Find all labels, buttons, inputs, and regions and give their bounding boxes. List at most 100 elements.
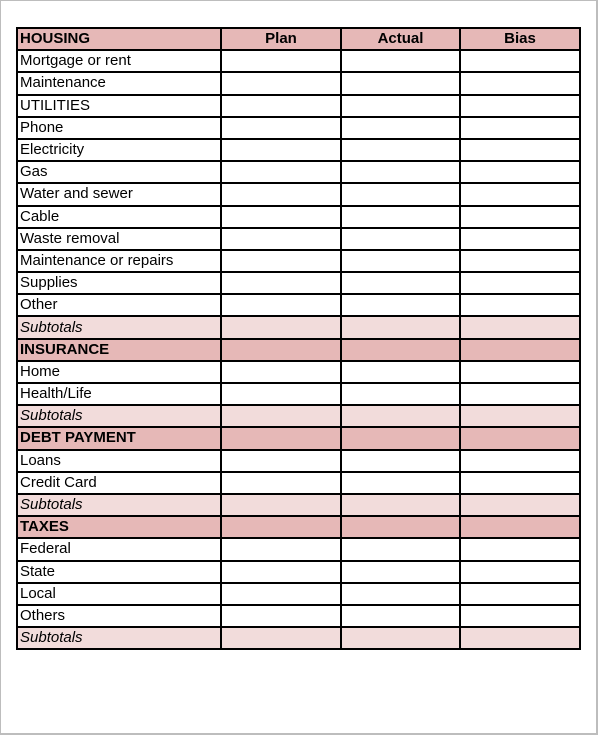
actual-cell[interactable] xyxy=(340,160,461,185)
plan-cell[interactable] xyxy=(220,581,342,606)
row-label: Electricity xyxy=(16,137,222,163)
subtotal-actual-cell[interactable] xyxy=(340,626,461,651)
subtotal-label: Subtotals xyxy=(16,315,222,340)
bias-cell[interactable] xyxy=(459,204,581,229)
section-cell-plan xyxy=(220,426,342,451)
section-header-row: HOUSING Plan Actual Bias xyxy=(16,26,581,52)
plan-cell[interactable] xyxy=(220,182,342,207)
actual-cell[interactable] xyxy=(340,581,461,606)
section-cell-actual xyxy=(340,515,461,540)
actual-cell[interactable] xyxy=(340,271,461,296)
bias-cell[interactable] xyxy=(459,137,581,163)
plan-cell[interactable] xyxy=(220,93,342,118)
bias-cell[interactable] xyxy=(459,559,581,584)
table-row: UTILITIES xyxy=(16,93,581,118)
bias-cell[interactable] xyxy=(459,271,581,296)
plan-cell[interactable] xyxy=(220,537,342,562)
subtotal-actual-cell[interactable] xyxy=(340,492,461,518)
bias-cell[interactable] xyxy=(459,182,581,207)
subtotal-row: Subtotals xyxy=(16,492,581,518)
plan-cell[interactable] xyxy=(220,137,342,163)
actual-cell[interactable] xyxy=(340,359,461,385)
bias-cell[interactable] xyxy=(459,537,581,562)
plan-cell[interactable] xyxy=(220,248,342,274)
bias-cell[interactable] xyxy=(459,381,581,407)
bias-cell[interactable] xyxy=(459,71,581,96)
section-title: DEBT PAYMENT xyxy=(16,426,222,451)
subtotal-bias-cell[interactable] xyxy=(459,626,581,651)
actual-cell[interactable] xyxy=(340,115,461,140)
actual-cell[interactable] xyxy=(340,71,461,96)
plan-cell[interactable] xyxy=(220,204,342,229)
table-row: Others xyxy=(16,603,581,629)
bias-cell[interactable] xyxy=(459,603,581,629)
bias-cell[interactable] xyxy=(459,93,581,118)
actual-cell[interactable] xyxy=(340,248,461,274)
subtotal-label: Subtotals xyxy=(16,626,222,651)
row-label: Water and sewer xyxy=(16,182,222,207)
row-label: State xyxy=(16,559,222,584)
table-row: Gas xyxy=(16,160,581,185)
bias-cell[interactable] xyxy=(459,49,581,74)
plan-cell[interactable] xyxy=(220,559,342,584)
actual-cell[interactable] xyxy=(340,204,461,229)
plan-cell[interactable] xyxy=(220,271,342,296)
budget-table: HOUSING Plan Actual Bias Mortgage or rent Mai… xyxy=(16,26,581,651)
bias-cell[interactable] xyxy=(459,160,581,185)
bias-cell[interactable] xyxy=(459,115,581,140)
plan-cell[interactable] xyxy=(220,603,342,629)
plan-cell[interactable] xyxy=(220,293,342,318)
subtotal-plan-cell[interactable] xyxy=(220,315,342,340)
bias-cell[interactable] xyxy=(459,293,581,318)
actual-cell[interactable] xyxy=(340,93,461,118)
plan-cell[interactable] xyxy=(220,71,342,96)
bias-cell[interactable] xyxy=(459,448,581,473)
plan-cell[interactable] xyxy=(220,448,342,473)
section-header-row: TAXES xyxy=(16,515,581,540)
bias-cell[interactable] xyxy=(459,359,581,385)
table-row: Waste removal xyxy=(16,226,581,251)
bias-cell[interactable] xyxy=(459,248,581,274)
table-row: Supplies xyxy=(16,271,581,296)
actual-cell[interactable] xyxy=(340,470,461,495)
bias-cell[interactable] xyxy=(459,226,581,251)
bias-cell[interactable] xyxy=(459,581,581,606)
budget-table-body: HOUSING Plan Actual Bias Mortgage or rent Mai… xyxy=(16,26,581,651)
subtotal-plan-cell[interactable] xyxy=(220,626,342,651)
table-row: Health/Life xyxy=(16,381,581,407)
row-label: Federal xyxy=(16,537,222,562)
actual-cell[interactable] xyxy=(340,293,461,318)
plan-cell[interactable] xyxy=(220,115,342,140)
subtotal-bias-cell[interactable] xyxy=(459,404,581,429)
row-label: Maintenance xyxy=(16,71,222,96)
plan-cell[interactable] xyxy=(220,381,342,407)
subtotal-bias-cell[interactable] xyxy=(459,492,581,518)
section-title: HOUSING xyxy=(16,26,222,52)
plan-cell[interactable] xyxy=(220,49,342,74)
row-label: Phone xyxy=(16,115,222,140)
subtotal-actual-cell[interactable] xyxy=(340,315,461,340)
actual-cell[interactable] xyxy=(340,559,461,584)
actual-cell[interactable] xyxy=(340,226,461,251)
actual-cell[interactable] xyxy=(340,137,461,163)
plan-cell[interactable] xyxy=(220,160,342,185)
actual-cell[interactable] xyxy=(340,381,461,407)
actual-cell[interactable] xyxy=(340,603,461,629)
column-header-bias: Bias xyxy=(459,26,581,52)
actual-cell[interactable] xyxy=(340,537,461,562)
column-header-plan: Plan xyxy=(220,26,342,52)
plan-cell[interactable] xyxy=(220,226,342,251)
section-cell-actual xyxy=(340,337,461,362)
actual-cell[interactable] xyxy=(340,49,461,74)
subtotal-plan-cell[interactable] xyxy=(220,404,342,429)
subtotal-plan-cell[interactable] xyxy=(220,492,342,518)
row-label: Supplies xyxy=(16,271,222,296)
table-row: Local xyxy=(16,581,581,606)
subtotal-actual-cell[interactable] xyxy=(340,404,461,429)
plan-cell[interactable] xyxy=(220,470,342,495)
bias-cell[interactable] xyxy=(459,470,581,495)
actual-cell[interactable] xyxy=(340,182,461,207)
subtotal-bias-cell[interactable] xyxy=(459,315,581,340)
plan-cell[interactable] xyxy=(220,359,342,385)
actual-cell[interactable] xyxy=(340,448,461,473)
